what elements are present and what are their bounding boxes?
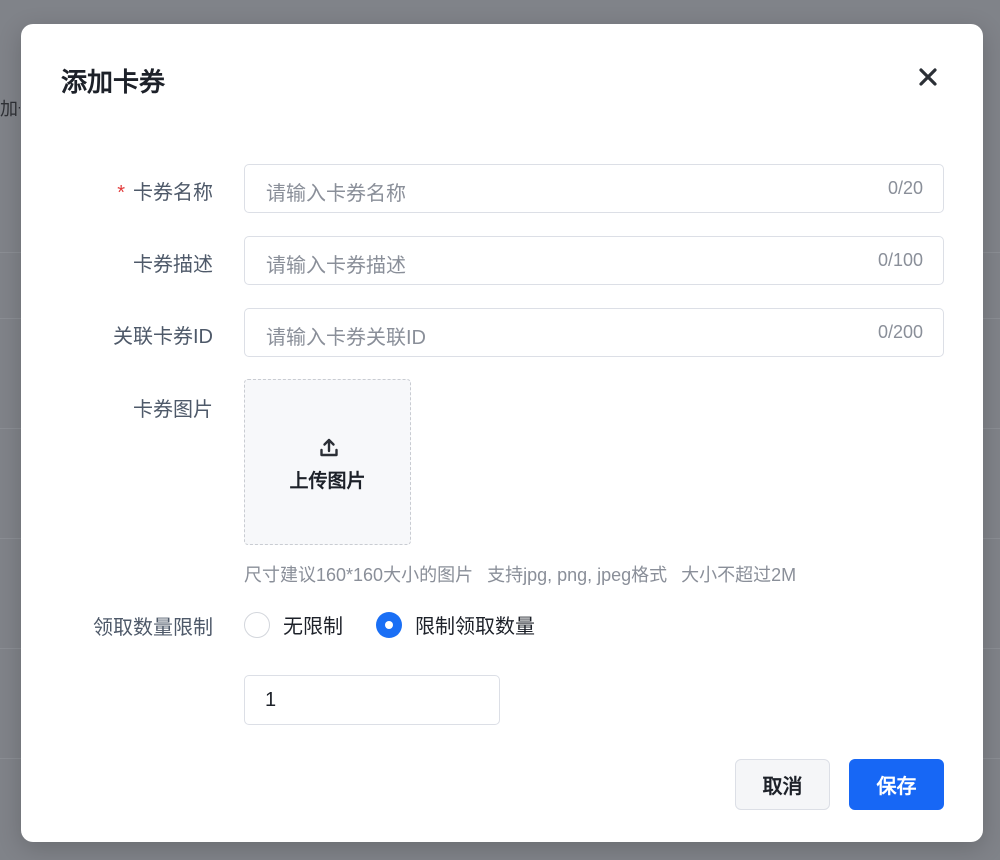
background-text: 加一 <box>0 99 20 119</box>
quantity-value: 1 <box>265 689 277 711</box>
quantity-input[interactable]: 1 <box>244 675 500 725</box>
coupon-name-input[interactable]: 请输入卡券名称 0/20 <box>244 164 944 213</box>
upload-hint-limit: 大小不超过2M <box>681 565 797 585</box>
cancel-button[interactable]: 取消 <box>735 759 830 810</box>
coupon-link-id-counter: 0/200 <box>877 322 923 342</box>
coupon-name-label: * 卡券名称 <box>117 176 213 205</box>
coupon-link-id-placeholder: 请输入卡券关联ID <box>266 327 426 349</box>
coupon-name-label-text: 卡券名称 <box>133 182 213 204</box>
coupon-name-counter: 0/20 <box>887 178 923 198</box>
coupon-image-label: 卡券图片 <box>133 399 213 421</box>
image-upload-button[interactable]: 上传图片 <box>244 379 411 545</box>
radio-limited[interactable]: 限制领取数量 <box>376 610 535 639</box>
coupon-link-id-input[interactable]: 请输入卡券关联ID 0/200 <box>244 308 944 357</box>
dialog-title: 添加卡券 <box>61 67 166 97</box>
coupon-desc-placeholder: 请输入卡券描述 <box>266 255 406 277</box>
close-button[interactable] <box>915 64 941 90</box>
radio-unlimited-circle <box>244 611 270 638</box>
coupon-name-placeholder: 请输入卡券名称 <box>266 183 406 205</box>
radio-unlimited-label: 无限制 <box>283 616 343 638</box>
upload-icon <box>320 438 338 457</box>
save-button[interactable]: 保存 <box>849 759 944 810</box>
add-coupon-dialog: 添加卡券 * 卡券名称 请输入卡券名称 0/20 卡券描述 请输入卡券描述 0/1… <box>21 24 983 842</box>
radio-limited-label: 限制领取数量 <box>415 616 535 638</box>
required-mark: * <box>117 182 125 204</box>
upload-hint: 尺寸建议160*160大小的图片 支持jpg, png, jpeg格式 大小不超过2… <box>244 561 796 587</box>
radio-limited-circle <box>376 611 402 638</box>
upload-hint-size: 尺寸建议160*160大小的图片 <box>244 565 474 585</box>
upload-label: 上传图片 <box>289 471 366 492</box>
coupon-desc-counter: 0/100 <box>877 250 923 270</box>
upload-hint-format: 支持jpg, png, jpeg格式 <box>487 565 668 585</box>
coupon-link-id-label: 关联卡券ID <box>113 326 213 348</box>
close-icon <box>919 68 937 86</box>
coupon-desc-input[interactable]: 请输入卡券描述 0/100 <box>244 236 944 285</box>
limit-label: 领取数量限制 <box>93 617 213 639</box>
coupon-desc-label: 卡券描述 <box>133 254 213 276</box>
radio-unlimited[interactable]: 无限制 <box>244 610 343 639</box>
